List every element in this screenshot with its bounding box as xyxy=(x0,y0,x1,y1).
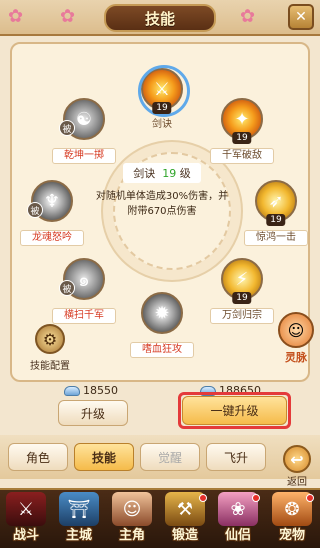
nav-label: 宠物 xyxy=(278,528,305,543)
skill-name: 嗜血狂攻 xyxy=(130,342,194,358)
nav-label: 锻造 xyxy=(171,528,198,543)
skill-name: 龙魂怒吟 xyxy=(20,230,84,246)
skill-description-line: 对随机单体造成30%伤害，并 xyxy=(95,191,229,202)
skill-info-name: 剑诀 xyxy=(133,167,156,180)
nav-hero[interactable]: ☺ 主角 xyxy=(106,492,158,548)
blossom-icon: ✿ xyxy=(240,6,256,27)
sword-rain-icon: ⚡ 19 xyxy=(221,258,263,304)
feather-icon: ➶ 19 xyxy=(255,180,297,226)
blossom-icon: ✿ xyxy=(8,6,24,27)
top-header: ✿ ✿ 技能 ✿ ✕ xyxy=(0,0,320,36)
notification-dot xyxy=(252,494,260,502)
skill-level: 19 xyxy=(152,102,172,114)
nav-label: 主城 xyxy=(65,528,92,543)
crossed-swords-icon: ⚔ xyxy=(6,492,46,526)
skill-description-line: 附带670点伤害 xyxy=(127,206,197,217)
close-icon: ✕ xyxy=(295,9,307,25)
hero-portrait-icon: ☺ xyxy=(112,492,152,526)
close-button[interactable]: ✕ xyxy=(288,4,314,30)
skill-wanjian[interactable]: ⚡ 19 万剑归宗 xyxy=(210,258,274,324)
skill-name: 惊鸿一击 xyxy=(244,230,308,246)
rage-icon: ✹ xyxy=(141,292,183,334)
spirit-vein-button[interactable]: ☺ 灵脉 xyxy=(274,312,318,365)
notification-dot xyxy=(306,494,314,502)
skill-level: 19 xyxy=(232,132,252,144)
highlight-box xyxy=(178,392,291,429)
skill-hengsao[interactable]: ๑ 被 横扫千军 xyxy=(52,258,116,324)
back-label: 返回 xyxy=(287,477,307,488)
nav-label: 战斗 xyxy=(12,528,39,543)
skill-config-button[interactable]: ⚙ 技能配置 xyxy=(24,324,76,372)
back-button[interactable]: ↩ 返回 xyxy=(280,445,314,488)
tornado-icon: ๑ 被 xyxy=(59,258,105,300)
skill-level: 19 xyxy=(266,214,286,226)
spirit-vein-label: 灵脉 xyxy=(285,351,307,364)
upgrade-cost-value: 18550 xyxy=(83,384,118,397)
bottom-nav: ⚔ 战斗 ⛩ 主城 ☺ 主角 ⚒ 锻造 ❀ 仙侣 ❂ 宠物 xyxy=(0,488,320,548)
nav-label: 仙侣 xyxy=(224,528,251,543)
skill-name: 万剑归宗 xyxy=(210,308,274,324)
tab-skills[interactable]: 技能 xyxy=(74,443,134,471)
skill-jianjue[interactable]: ⚔ 19 剑诀 xyxy=(130,65,194,132)
back-arrow-icon: ↩ xyxy=(283,445,311,473)
nav-city[interactable]: ⛩ 主城 xyxy=(53,492,105,548)
skill-name: 剑诀 xyxy=(152,119,172,130)
skill-info: 剑诀 19 级 对随机单体造成30%伤害，并 附带670点伤害 xyxy=(82,162,242,219)
skill-panel: ⚔ 19 剑诀 ☯ 被 乾坤一掷 ✦ 19 千军破敌 ♆ 被 龙魂怒吟 ➶ 19… xyxy=(10,42,314,382)
sword-icon: ⚔ 19 xyxy=(138,65,190,117)
whirlwind-icon: ☯ 被 xyxy=(59,98,105,140)
skill-qianjun[interactable]: ✦ 19 千军破敌 xyxy=(210,98,274,164)
dragon-icon: ♆ 被 xyxy=(27,180,73,222)
skill-level: 19 xyxy=(232,292,252,304)
skill-info-level: 19 xyxy=(162,167,177,180)
skill-info-header: 剑诀 19 级 xyxy=(123,163,201,183)
tab-character[interactable]: 角色 xyxy=(8,443,68,471)
tab-awaken[interactable]: 觉醒 xyxy=(140,443,200,471)
city-icon: ⛩ xyxy=(59,492,99,526)
passive-badge: 被 xyxy=(59,120,75,136)
page-title: 技能 xyxy=(104,4,216,32)
blossom-icon: ✿ xyxy=(60,6,76,27)
nav-companion[interactable]: ❀ 仙侣 xyxy=(212,492,264,548)
skill-jinghong[interactable]: ➶ 19 惊鸿一击 xyxy=(244,180,308,246)
spirit-character-icon: ☺ xyxy=(278,312,314,348)
slash-icon: ✦ 19 xyxy=(221,98,263,144)
skill-qiankun[interactable]: ☯ 被 乾坤一掷 xyxy=(52,98,116,164)
passive-badge: 被 xyxy=(27,202,43,218)
skill-info-level-suffix: 级 xyxy=(179,167,191,180)
skill-longhun[interactable]: ♆ 被 龙魂怒吟 xyxy=(20,180,84,246)
gear-icon: ⚙ xyxy=(35,324,65,354)
nav-pet[interactable]: ❂ 宠物 xyxy=(266,492,318,548)
skill-shixue[interactable]: ✹ 嗜血狂攻 xyxy=(130,292,194,358)
skill-name: 横扫千军 xyxy=(52,308,116,324)
notification-dot xyxy=(199,494,207,502)
upgrade-button[interactable]: 升级 xyxy=(58,400,128,426)
tab-bar: 角色 技能 觉醒 飞升 xyxy=(0,435,320,479)
nav-forge[interactable]: ⚒ 锻造 xyxy=(159,492,211,548)
skill-description: 对随机单体造成30%伤害，并 附带670点伤害 xyxy=(82,189,242,219)
upgrade-cost: 18550 xyxy=(64,384,118,397)
silver-ingot-icon xyxy=(64,385,80,396)
tab-ascend[interactable]: 飞升 xyxy=(206,443,266,471)
nav-label: 主角 xyxy=(118,528,145,543)
passive-badge: 被 xyxy=(59,280,75,296)
nav-battle[interactable]: ⚔ 战斗 xyxy=(0,492,52,548)
skill-config-label: 技能配置 xyxy=(30,361,70,372)
